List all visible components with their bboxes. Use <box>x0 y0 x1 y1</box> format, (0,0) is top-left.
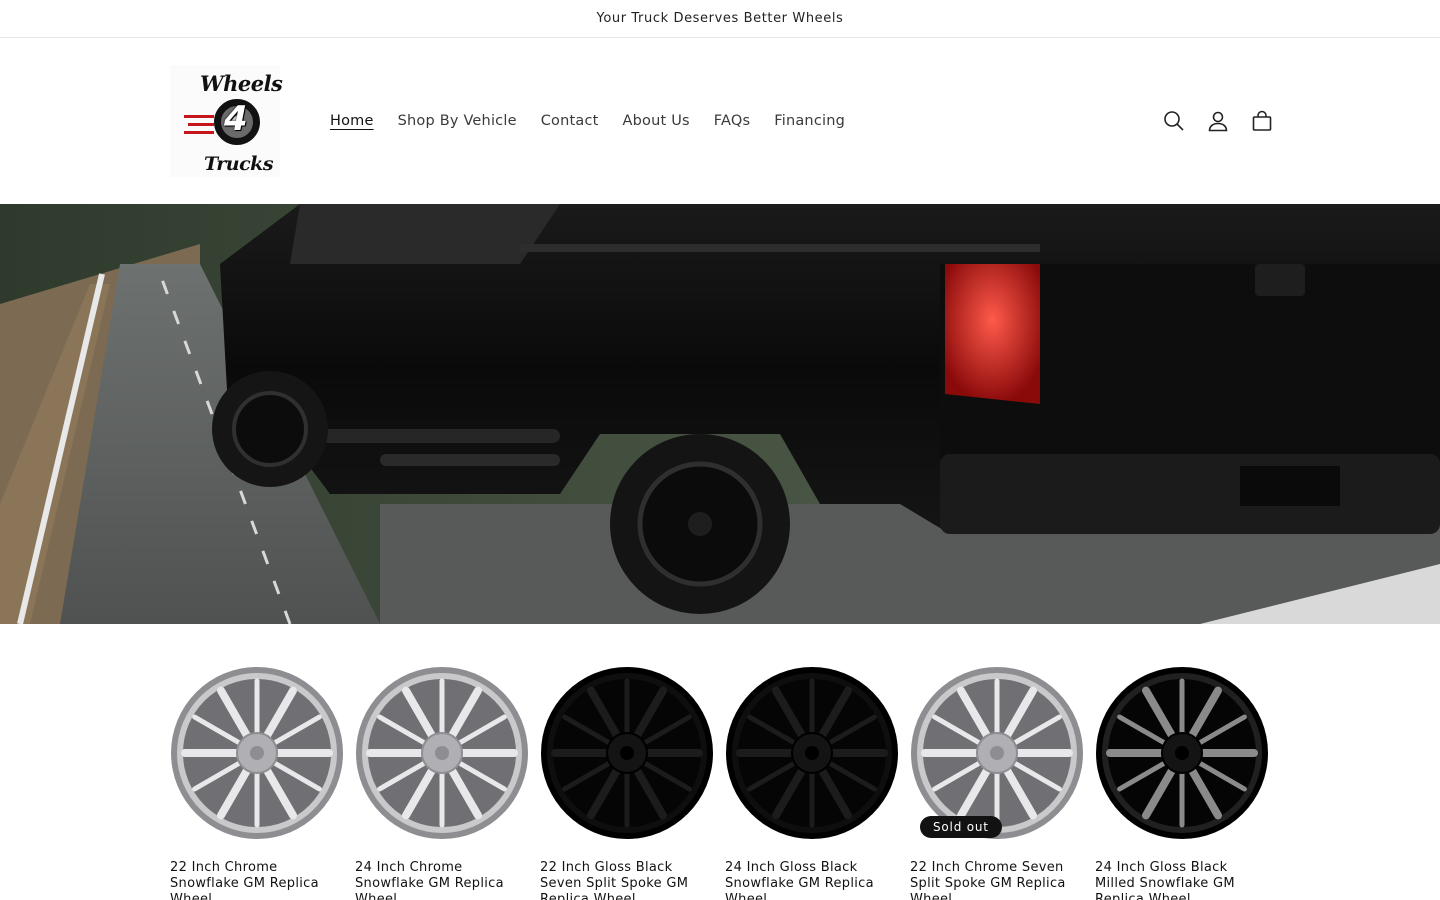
product-image[interactable] <box>170 662 344 844</box>
account-icon[interactable] <box>1206 109 1230 133</box>
logo-streak <box>184 131 214 134</box>
nav-item-home[interactable]: Home <box>318 107 386 135</box>
nav-item-contact[interactable]: Contact <box>529 107 611 135</box>
search-icon[interactable] <box>1162 109 1186 133</box>
nav-item-financing[interactable]: Financing <box>762 107 857 135</box>
product-title[interactable]: 22 Inch Chrome Seven Split Spoke GM Repl… <box>910 860 1084 900</box>
product-title[interactable]: 24 Inch Gloss Black Snowflake GM Replica… <box>725 860 899 900</box>
product-title[interactable]: 22 Inch Gloss Black Seven Split Spoke GM… <box>540 860 714 900</box>
announcement-bar: Your Truck Deserves Better Wheels <box>0 0 1440 38</box>
nav-item-about-us[interactable]: About Us <box>611 107 702 135</box>
announcement-text: Your Truck Deserves Better Wheels <box>596 11 844 26</box>
logo-wordmark-top: Wheels <box>200 71 283 96</box>
logo-streak <box>184 115 214 118</box>
product-title[interactable]: 22 Inch Chrome Snowflake GM Replica Whee… <box>170 860 344 900</box>
wheel-image <box>171 667 343 839</box>
product-title[interactable]: 24 Inch Gloss Black Milled Snowflake GM … <box>1095 860 1269 900</box>
site-header: Wheels 4 Trucks Home Shop By Vehicle Con… <box>0 38 1440 204</box>
wheel-image <box>541 667 713 839</box>
product-image[interactable] <box>725 662 899 844</box>
wheel-image <box>1096 667 1268 839</box>
main-nav: Home Shop By Vehicle Contact About Us FA… <box>318 107 857 135</box>
product-title[interactable]: 24 Inch Chrome Snowflake GM Replica Whee… <box>355 860 529 900</box>
product-card[interactable]: 22 Inch Chrome Snowflake GM Replica Whee… <box>170 662 344 900</box>
hero-banner[interactable] <box>0 204 1440 624</box>
product-image[interactable] <box>540 662 714 844</box>
wheel-image <box>356 667 528 839</box>
product-image[interactable] <box>355 662 529 844</box>
product-grid: 22 Inch Chrome Snowflake GM Replica Whee… <box>0 624 1440 900</box>
product-card[interactable]: 24 Inch Chrome Snowflake GM Replica Whee… <box>355 662 529 900</box>
cart-icon[interactable] <box>1250 109 1274 133</box>
product-image[interactable]: Sold out <box>910 662 1084 844</box>
product-card[interactable]: Sold out 22 Inch Chrome Seven Split Spoke… <box>910 662 1084 900</box>
site-logo[interactable]: Wheels 4 Trucks <box>170 65 283 177</box>
wheel-image <box>726 667 898 839</box>
product-image[interactable] <box>1095 662 1269 844</box>
nav-item-shop-by-vehicle[interactable]: Shop By Vehicle <box>386 107 529 135</box>
product-card[interactable]: 24 Inch Gloss Black Snowflake GM Replica… <box>725 662 899 900</box>
product-card[interactable]: 22 Inch Gloss Black Seven Split Spoke GM… <box>540 662 714 900</box>
hero-truck-image <box>0 204 1440 624</box>
product-card[interactable]: 24 Inch Gloss Black Milled Snowflake GM … <box>1095 662 1269 900</box>
logo-wordmark-bottom: Trucks <box>204 153 274 175</box>
logo-streak <box>188 123 214 126</box>
sold-out-badge: Sold out <box>920 816 1002 838</box>
header-icons <box>1162 109 1274 133</box>
nav-item-faqs[interactable]: FAQs <box>702 107 762 135</box>
logo-numeral: 4 <box>224 99 248 139</box>
